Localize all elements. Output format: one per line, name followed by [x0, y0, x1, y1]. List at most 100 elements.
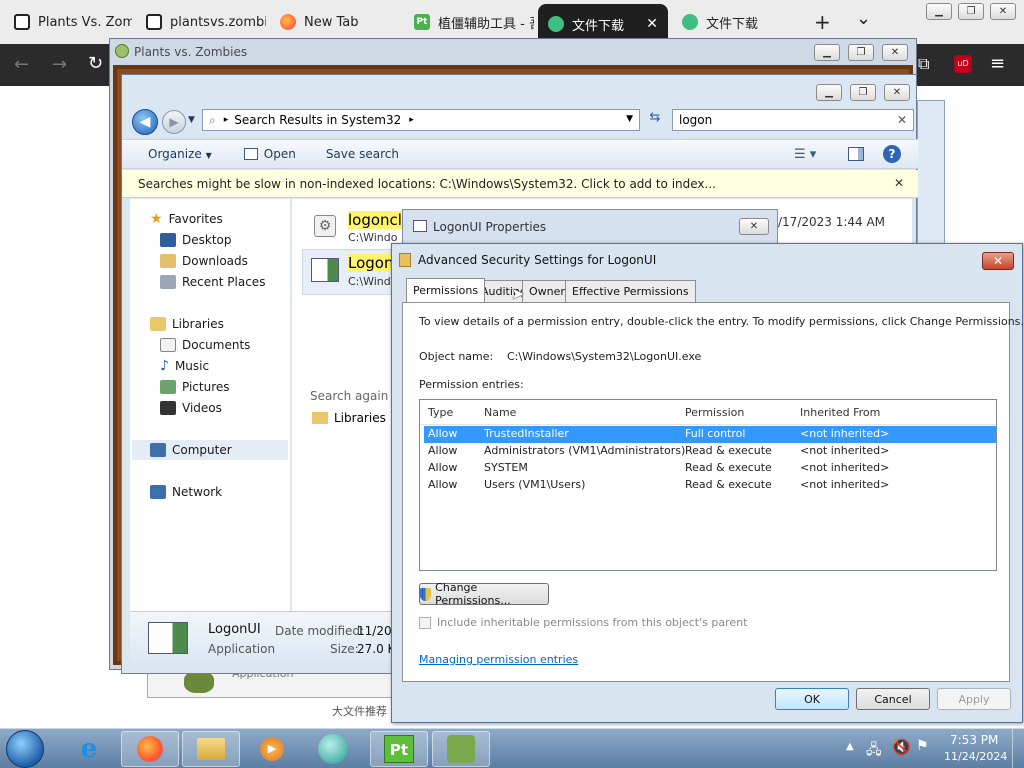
search-box[interactable]: logon ✕ — [672, 109, 914, 131]
nav-downloads[interactable]: Downloads — [160, 251, 248, 271]
tab-pvz-helper-tool[interactable]: Pt 植僵辅助工具 - 吾 — [404, 6, 534, 38]
browser-maximize-button[interactable]: ❐ — [958, 3, 984, 20]
checkbox-label: Include inheritable permissions from thi… — [437, 616, 748, 629]
open-button[interactable]: Open — [243, 147, 296, 161]
table-row[interactable]: Allow SYSTEM Read & execute <not inherit… — [424, 460, 996, 477]
nav-favorites[interactable]: ★ Favorites — [150, 209, 223, 229]
history-dropdown-icon[interactable]: ▼ — [188, 115, 195, 125]
nav-recent-places[interactable]: Recent Places — [160, 272, 265, 292]
tab-plants-vs-zombies[interactable]: Plants Vs. Zombi — [4, 6, 132, 38]
address-bar-row: ◀ ▶ ▼ ⌕ ▸ Search Results in System32 ▸ ▼… — [122, 103, 918, 137]
pvz-minimize-button[interactable]: ▁ — [814, 44, 840, 61]
column-permission[interactable]: Permission — [685, 406, 744, 419]
dll-gear-icon: ⚙ — [314, 215, 336, 237]
pvz-close-button[interactable]: ✕ — [882, 44, 908, 61]
tab-file-download[interactable]: 文件下载 — [672, 6, 802, 38]
pt-favicon-icon: Pt — [414, 14, 430, 30]
clock-date[interactable]: 11/24/2024 — [944, 750, 1007, 763]
dialog-close-button[interactable]: ✕ — [982, 252, 1014, 270]
show-hidden-icons[interactable]: ▲ — [846, 741, 854, 752]
nav-videos[interactable]: Videos — [160, 398, 222, 418]
managing-permission-entries-link[interactable]: Managing permission entries — [419, 653, 578, 666]
breadcrumb[interactable]: ⌕ ▸ Search Results in System32 ▸ ▼ — [202, 109, 640, 131]
organize-button[interactable]: Organize ▼ — [148, 147, 212, 161]
network-status-icon[interactable]: 🖧 — [866, 739, 882, 763]
result-item-logonui[interactable]: Logon C:\Wind — [302, 249, 394, 295]
nav-music[interactable]: ♪ Music — [160, 356, 209, 376]
show-desktop-button[interactable] — [1012, 729, 1024, 768]
explorer-minimize-button[interactable]: ▁ — [816, 84, 842, 101]
help-icon[interactable]: ? — [883, 145, 901, 163]
clear-search-icon[interactable]: ✕ — [897, 113, 907, 127]
forward-button[interactable]: ▶ — [162, 110, 186, 134]
taskbar-pt-tool[interactable]: Pt — [370, 731, 428, 767]
back-arrow-icon[interactable]: ← — [14, 54, 29, 75]
table-row[interactable]: Allow TrustedInstaller Full control <not… — [424, 426, 996, 443]
ublock-icon[interactable]: uD — [954, 55, 972, 73]
network-icon — [150, 485, 166, 499]
taskbar-media-player[interactable]: ▶ — [243, 731, 301, 767]
address-dropdown-icon[interactable]: ▼ — [626, 114, 633, 124]
start-button[interactable] — [6, 730, 44, 768]
result-item-logoncli[interactable]: ⚙ logoncli C:\Windo — [302, 207, 407, 247]
tab-list-button[interactable]: ⌄ — [856, 8, 871, 29]
info-bar-close-icon[interactable]: ✕ — [894, 176, 904, 190]
details-size-value: 27.0 K — [357, 642, 396, 656]
clock-time[interactable]: 7:53 PM — [950, 733, 998, 747]
volume-muted-icon[interactable]: 🔇 — [892, 738, 911, 756]
taskbar-internet-explorer[interactable]: e — [60, 731, 118, 767]
taskbar-browser-app[interactable] — [304, 731, 362, 767]
explorer-maximize-button[interactable]: ❐ — [850, 84, 876, 101]
menu-icon[interactable]: ≡ — [990, 53, 1005, 74]
table-row[interactable]: Allow Administrators (VM1\Administrators… — [424, 443, 996, 460]
tab-plantsvszombies[interactable]: plantsvs.zombie — [136, 6, 266, 38]
column-inherited-from[interactable]: Inherited From — [800, 406, 880, 419]
nav-computer[interactable]: Computer — [132, 440, 288, 460]
search-again-libraries[interactable]: Libraries — [312, 411, 386, 425]
new-tab-button[interactable]: + — [814, 10, 831, 34]
extensions-icon[interactable]: ⧉ — [918, 54, 929, 74]
browser-minimize-button[interactable]: ▁ — [926, 3, 952, 20]
checkbox-box[interactable] — [419, 616, 431, 629]
tab-new-tab[interactable]: New Tab — [270, 6, 400, 38]
nav-desktop[interactable]: Desktop — [160, 230, 232, 250]
table-row[interactable]: Allow Users (VM1\Users) Read & execute <… — [424, 477, 996, 494]
nav-libraries[interactable]: Libraries — [150, 314, 224, 334]
pvz-maximize-button[interactable]: ❐ — [848, 44, 874, 61]
change-permissions-button[interactable]: Change Permissions... — [419, 581, 549, 607]
downloads-folder-icon — [160, 254, 176, 268]
column-type[interactable]: Type — [428, 406, 453, 419]
action-center-flag-icon[interactable]: ⚑ — [916, 738, 929, 754]
forward-arrow-icon[interactable]: → — [52, 54, 67, 75]
search-input[interactable]: logon — [679, 113, 712, 127]
permission-entries-list[interactable]: Type Name Permission Inherited From Allo… — [419, 399, 997, 571]
ok-button[interactable]: OK — [775, 688, 849, 710]
nav-network[interactable]: Network — [150, 482, 222, 502]
back-button[interactable]: ◀ — [132, 109, 158, 135]
taskbar-firefox[interactable] — [121, 731, 179, 767]
preview-pane-icon[interactable] — [848, 147, 864, 161]
green-globe-icon — [318, 734, 348, 764]
taskbar-plants-vs-zombies[interactable] — [432, 731, 490, 767]
cancel-button[interactable]: Cancel — [856, 688, 930, 710]
properties-close-button[interactable]: ✕ — [739, 218, 769, 235]
explorer-close-button[interactable]: ✕ — [884, 84, 910, 101]
tab-permissions[interactable]: Permissions — [406, 278, 486, 302]
pvz-app-icon — [115, 44, 129, 58]
apply-button[interactable]: Apply — [937, 688, 1011, 710]
refresh-icon[interactable]: ⇆ — [644, 110, 666, 130]
tab-effective-permissions[interactable]: Effective Permissions — [565, 280, 696, 302]
browser-close-button[interactable]: ✕ — [990, 3, 1016, 20]
reload-icon[interactable]: ↻ — [88, 53, 103, 74]
column-name[interactable]: Name — [484, 406, 516, 419]
advanced-security-settings-dialog: Advanced Security Settings for LogonUI ✕… — [391, 243, 1024, 723]
cloud-favicon-icon — [548, 16, 564, 32]
tab-close-icon[interactable]: ✕ — [646, 16, 658, 32]
index-info-bar[interactable]: Searches might be slow in non-indexed lo… — [122, 170, 918, 198]
nav-pictures[interactable]: Pictures — [160, 377, 230, 397]
taskbar-explorer[interactable] — [182, 731, 240, 767]
save-search-button[interactable]: Save search — [326, 147, 399, 161]
view-options-icon[interactable]: ☰ ▾ — [794, 147, 816, 162]
include-inheritable-checkbox[interactable]: Include inheritable permissions from thi… — [419, 616, 747, 629]
nav-documents[interactable]: Documents — [160, 335, 250, 355]
